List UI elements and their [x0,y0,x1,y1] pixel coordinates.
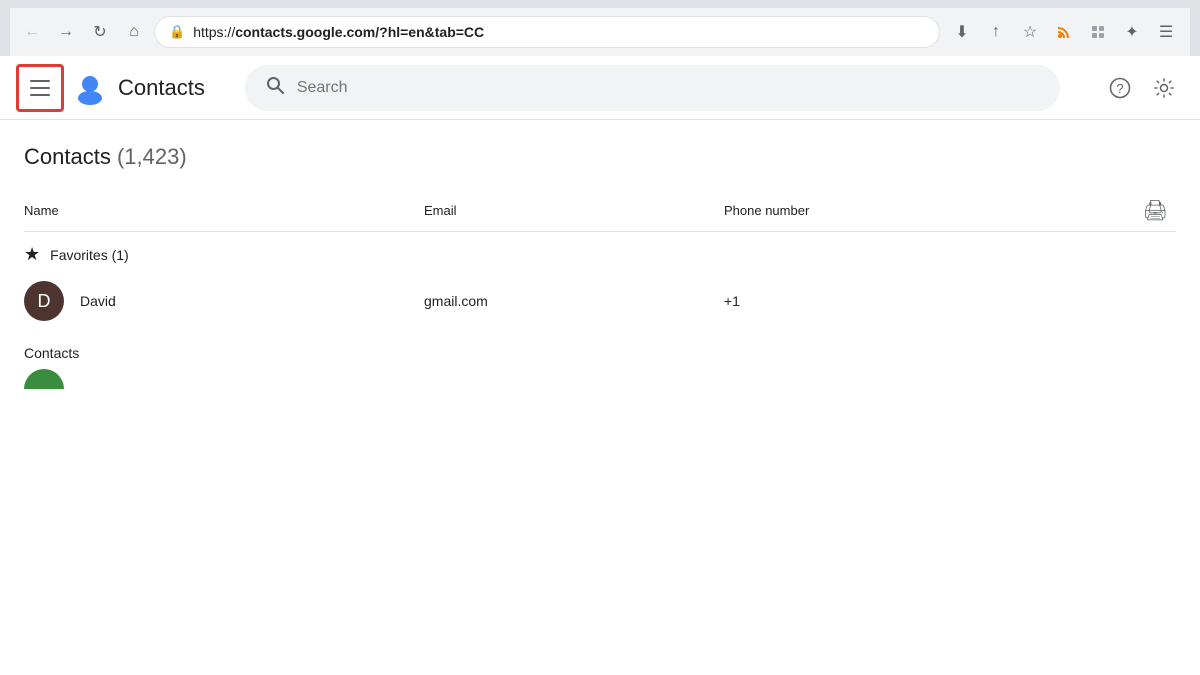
page-title: Contacts (1,423) [24,144,1176,170]
reload-button[interactable]: ↻ [86,18,114,46]
contacts-section-label: Contacts [24,345,424,361]
favorites-section-row: ★ Favorites (1) [24,232,1176,273]
lock-icon: 🔒 [169,24,185,40]
browser-toolbar: ← → ↻ ⌂ 🔒 https://contacts.google.com/?h… [10,8,1190,56]
browser-menu-button[interactable]: ☰ [1150,16,1182,48]
search-icon [265,75,285,100]
partial-contact-row [24,365,1176,389]
app-header: Contacts ? [0,56,1200,120]
address-bar[interactable]: 🔒 https://contacts.google.com/?hl=en&tab… [154,16,940,48]
table-row[interactable]: D David gmail.com +1 [24,273,1176,329]
svg-text:?: ? [1116,81,1123,96]
col-print-header: 🖨 [974,198,1176,223]
bookmark-button[interactable]: ☆ [1014,16,1046,48]
contact-name: David [80,293,116,309]
partial-avatar [24,369,64,389]
share-button[interactable]: ↑ [980,16,1012,48]
forward-button[interactable]: → [52,18,80,46]
header-actions: ? [1100,68,1184,108]
print-button[interactable]: 🖨 [1143,198,1168,223]
contact-phone: +1 [724,293,974,309]
app-title: Contacts [118,75,205,101]
col-email-header: Email [424,203,724,218]
extension2-button[interactable] [1082,16,1114,48]
back-button[interactable]: ← [18,18,46,46]
help-button[interactable]: ? [1100,68,1140,108]
app-logo-area: Contacts [64,70,205,106]
home-button[interactable]: ⌂ [120,18,148,46]
hamburger-line-3 [30,94,50,96]
settings-button[interactable] [1144,68,1184,108]
contacts-section-row: Contacts [24,329,1176,365]
table-header: Name Email Phone number 🖨 [24,190,1176,232]
search-input[interactable] [297,79,1040,97]
extensions-button[interactable]: ✦ [1116,16,1148,48]
col-name-header: Name [24,203,424,218]
toolbar-actions: ⬇ ↑ ☆ ✦ ☰ [946,16,1182,48]
contact-name-cell: D David [24,281,424,321]
contact-email: gmail.com [424,293,724,309]
browser-chrome: ← → ↻ ⌂ 🔒 https://contacts.google.com/?h… [0,0,1200,56]
col-phone-header: Phone number [724,203,974,218]
favorites-label: ★ Favorites (1) [24,244,424,265]
main-content: Contacts (1,423) Name Email Phone number… [0,120,1200,389]
avatar: D [24,281,64,321]
hamburger-line-1 [30,80,50,82]
rss-extension-button[interactable] [1048,16,1080,48]
contacts-app-icon [72,70,108,106]
contacts-table: Name Email Phone number 🖨 ★ Favorites (1… [24,190,1176,389]
star-icon: ★ [24,244,40,265]
download-button[interactable]: ⬇ [946,16,978,48]
search-bar[interactable] [245,65,1060,111]
address-text: https://contacts.google.com/?hl=en&tab=C… [193,24,484,40]
hamburger-menu-button[interactable] [16,64,64,112]
hamburger-line-2 [30,87,50,89]
